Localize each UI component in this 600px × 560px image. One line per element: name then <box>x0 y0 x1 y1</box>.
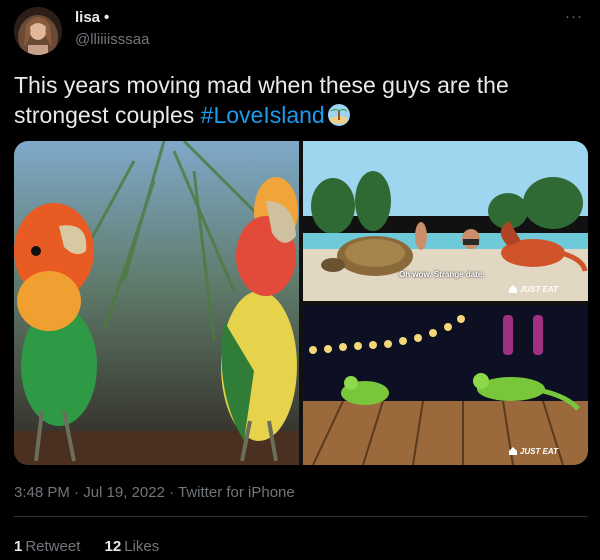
meta-separator: · <box>69 484 84 501</box>
video-caption: Oh wow. Strange date. <box>399 270 485 279</box>
brand-watermark: JUST EAT <box>508 284 558 296</box>
author-handle[interactable]: @lliiiisssaa <box>75 31 149 48</box>
tweet-date[interactable]: Jul 19, 2022 <box>83 484 165 501</box>
name-dot: • <box>104 9 110 26</box>
desert-island-icon <box>327 103 351 134</box>
avatar[interactable] <box>14 7 62 55</box>
avatar-image <box>14 7 62 55</box>
retweets-label: Retweet <box>25 538 81 555</box>
display-name-text: lisa <box>75 9 101 26</box>
more-options-button[interactable]: ··· <box>560 8 588 28</box>
tweet-meta: 3:48 PM · Jul 19, 2022 · Twitter for iPh… <box>14 484 295 501</box>
retweets-count: 1 <box>14 538 23 555</box>
brand-text: JUST EAT <box>519 447 558 456</box>
brand-watermark: JUST EAT <box>508 446 558 458</box>
house-icon <box>508 284 518 296</box>
house-icon <box>508 446 518 458</box>
likes-count: 12 <box>104 538 122 555</box>
parrots-image <box>14 141 299 465</box>
parrots-photo[interactable] <box>14 141 299 465</box>
tweet-time[interactable]: 3:48 PM <box>14 484 70 501</box>
turtle-lizard-beach-photo[interactable]: Oh wow. Strange date. JUST EAT <box>303 141 588 301</box>
geckos-deck-photo[interactable]: JUST EAT <box>303 305 588 465</box>
retweets-stat[interactable]: 1 Retweet <box>14 538 80 555</box>
meta-separator: · <box>164 484 179 501</box>
tweet-stats: 1 Retweet 12 Likes <box>14 538 179 555</box>
hashtag-link[interactable]: #LoveIsland <box>201 102 325 128</box>
likes-label: Likes <box>124 538 160 555</box>
media-grid: Oh wow. Strange date. JUST EAT JUST EAT <box>14 141 588 465</box>
tweet-source[interactable]: Twitter for iPhone <box>178 484 295 501</box>
divider <box>14 516 588 517</box>
geckos-image <box>303 305 588 465</box>
author-display-name[interactable]: lisa • <box>75 9 109 26</box>
tweet-text: This years moving mad when these guys ar… <box>14 70 584 134</box>
brand-text: JUST EAT <box>519 285 558 294</box>
likes-stat[interactable]: 12 Likes <box>105 538 160 555</box>
